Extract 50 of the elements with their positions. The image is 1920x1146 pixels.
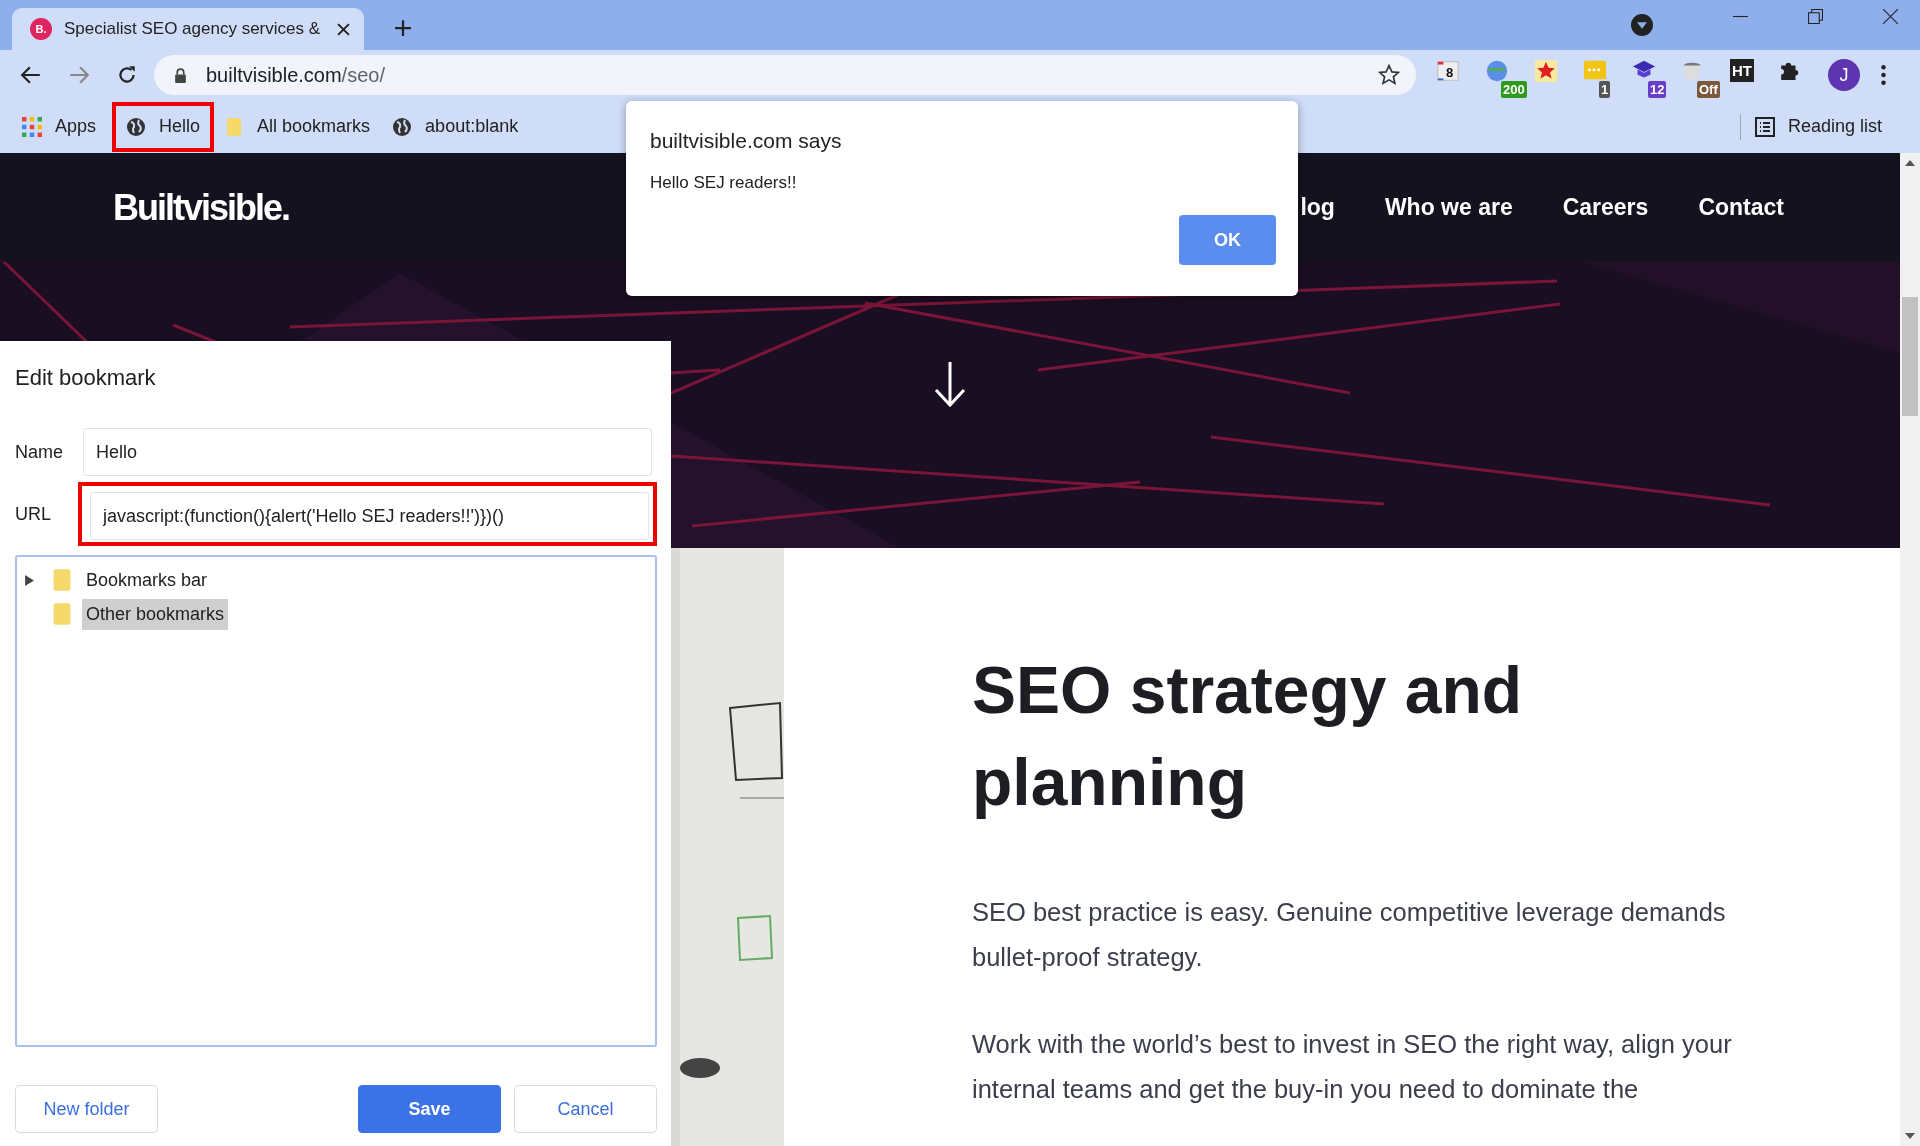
lock-icon [174, 67, 187, 83]
bookmark[interactable]: about:blank [386, 101, 531, 152]
star-icon[interactable] [1378, 64, 1400, 86]
bookmark[interactable]: All bookmarks [218, 101, 383, 152]
scroll-up-icon[interactable] [1905, 160, 1915, 166]
bookmark[interactable]: Apps [16, 101, 109, 152]
count-badge: 200 [1501, 81, 1527, 98]
count-badge: 1 [1599, 81, 1611, 98]
profile-avatar[interactable]: J [1828, 59, 1860, 91]
favicon: B. [30, 18, 52, 40]
folder-icon [52, 602, 72, 626]
dropdown-icon[interactable] [1631, 14, 1653, 36]
globe-icon[interactable] [1485, 59, 1509, 83]
ht-logo[interactable]: HT [1730, 59, 1754, 82]
calendar-icon[interactable] [1436, 59, 1460, 83]
folder-item[interactable]: Bookmarks bar [82, 564, 212, 596]
forward-icon[interactable] [68, 64, 90, 86]
dialog-button[interactable]: New folder [15, 1085, 158, 1133]
calendar-date: 8 [1446, 65, 1454, 80]
back-icon[interactable] [20, 64, 42, 86]
globe-icon [392, 116, 413, 137]
plus-icon[interactable] [394, 19, 412, 37]
page-heading: SEO strategy and planning [972, 652, 1524, 821]
scroll-down-icon[interactable] [1905, 1133, 1915, 1139]
dialog-button[interactable]: Cancel [514, 1085, 657, 1133]
paragraph: Work with the world’s best to invest in SEO the right way, align your internal teams and get the buy-in you need to dominate the [972, 1029, 1733, 1105]
close-icon[interactable] [337, 22, 350, 36]
scrollbar[interactable] [1900, 153, 1920, 1146]
reading-list-button[interactable]: Reading list [1748, 101, 1894, 152]
count-badge: Off [1697, 81, 1720, 98]
address-bar[interactable]: builtvisible.com/seo/ [154, 55, 1416, 95]
browser-tab[interactable]: B. Specialist SEO agency services & [12, 8, 364, 50]
bookmark[interactable]: Hello [112, 101, 215, 152]
url-text: builtvisible.com/seo/ [206, 63, 386, 87]
reload-icon[interactable] [116, 64, 138, 86]
tab-title: Specialist SEO agency services & [64, 19, 322, 39]
expand-arrow-icon[interactable] [25, 574, 34, 586]
apps-grid-icon [22, 116, 42, 137]
globe-icon [126, 116, 147, 137]
close-icon[interactable] [1883, 9, 1898, 24]
count-badge: 12 [1648, 81, 1667, 98]
folder-icon [52, 568, 72, 592]
menu-icon[interactable] [1881, 65, 1886, 85]
scrollbar-thumb[interactable] [1902, 297, 1918, 416]
paragraph: SEO best practice is easy. Genuine competitive leverage demands bullet-proof strategy. [972, 897, 1727, 973]
dialog-title: builtvisible.com says [650, 129, 843, 153]
restore-icon[interactable] [1808, 9, 1823, 24]
folder-item[interactable]: Other bookmarks [82, 598, 229, 630]
save-button[interactable]: Save [358, 1085, 501, 1133]
list-icon [1754, 116, 1775, 137]
